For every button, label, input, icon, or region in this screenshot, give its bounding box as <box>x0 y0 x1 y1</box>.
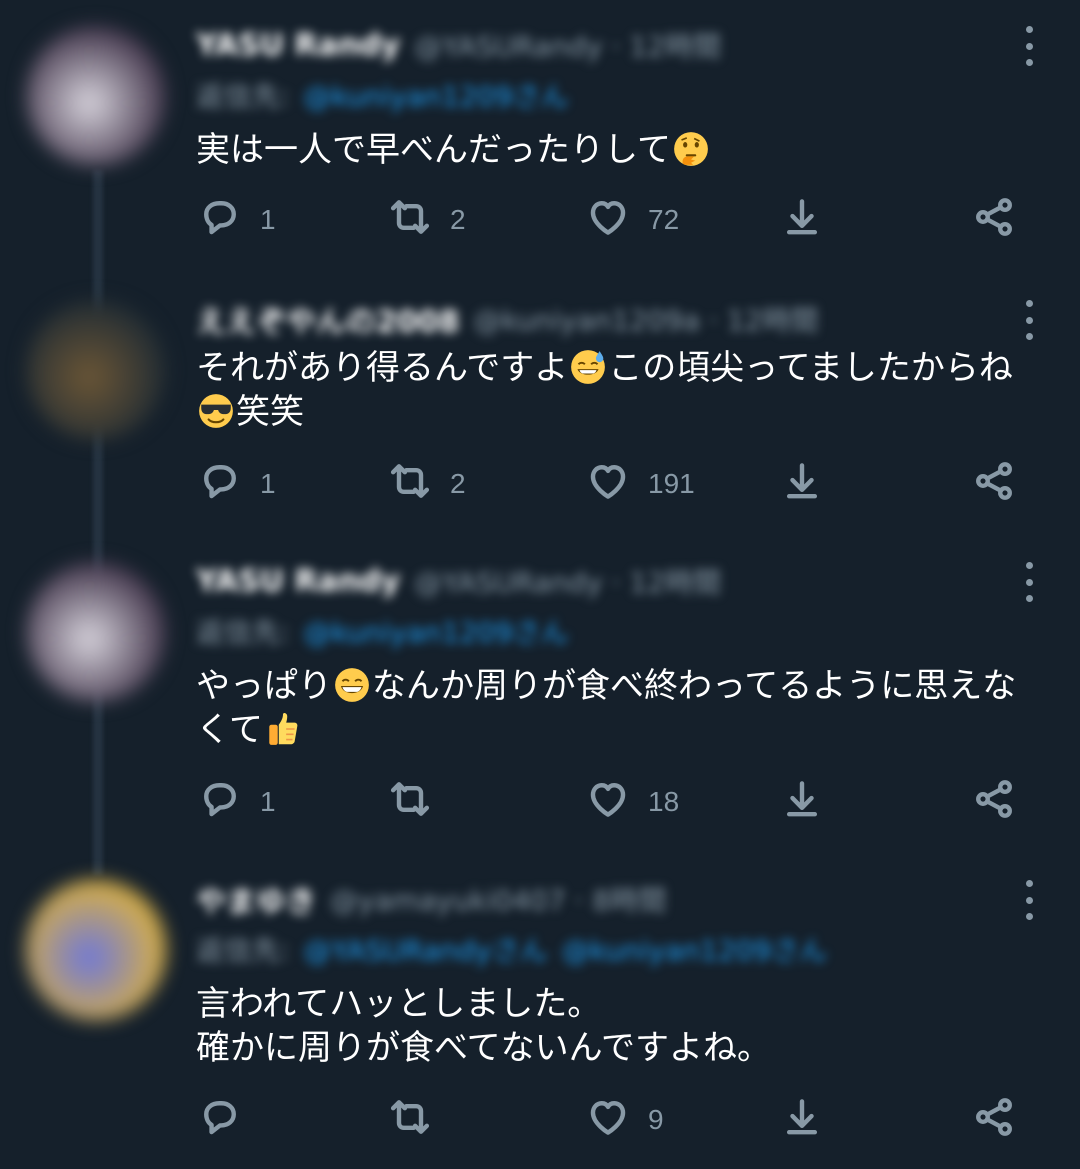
replying-to: 返信先: @kuniyan1209さん <box>196 612 569 650</box>
download-icon <box>780 777 824 828</box>
retweet-button[interactable] <box>388 778 450 826</box>
reply-icon <box>198 459 242 510</box>
retweet-count: 2 <box>450 204 466 235</box>
share-button[interactable] <box>972 196 1016 244</box>
tweet-actions: 9 <box>0 1096 1080 1144</box>
reply-count: 1 <box>260 468 276 499</box>
share-icon <box>972 777 1016 828</box>
emoji-icon <box>332 666 372 706</box>
reply-button[interactable]: 1 <box>198 460 276 508</box>
like-button[interactable]: 9 <box>586 1096 664 1144</box>
like-count: 191 <box>648 468 695 499</box>
mention-link[interactable]: @YASURandyさん <box>303 929 547 969</box>
handle-and-time: @YASURandy · 12時間 <box>414 566 721 599</box>
thread-line <box>93 170 103 875</box>
like-button[interactable]: 72 <box>586 196 679 244</box>
like-button[interactable]: 191 <box>586 460 695 508</box>
tweet-text-segment: 実は一人で早べんだったりして <box>196 130 671 170</box>
tweet-text-segment: 笑笑 <box>236 392 304 432</box>
download-button[interactable] <box>780 1096 824 1144</box>
tweet-text: やっぱり なんか周りが食べ終わってるように思えな くて <box>196 664 1036 752</box>
more-options-icon[interactable] <box>1018 880 1040 920</box>
tweet-text-segment: それがあり得るんですよ <box>196 348 569 388</box>
emoji-icon <box>671 130 711 170</box>
share-icon <box>972 1095 1016 1146</box>
retweet-button[interactable]: 2 <box>388 196 466 244</box>
share-button[interactable] <box>972 460 1016 508</box>
avatar[interactable] <box>26 26 166 166</box>
download-icon <box>780 459 824 510</box>
reply-icon <box>198 777 242 828</box>
handle-and-time: @kuniyan1209a · 12時間 <box>473 304 819 337</box>
tweet-actions: 1 2 72 <box>0 196 1080 244</box>
reply-button[interactable]: 1 <box>198 778 276 826</box>
emoji-icon <box>568 348 608 388</box>
emoji-icon <box>196 392 236 432</box>
retweet-icon <box>388 1095 432 1146</box>
avatar[interactable] <box>26 300 166 440</box>
mention-link[interactable]: @kuniyan1209さん <box>303 75 568 115</box>
like-count: 72 <box>648 204 680 235</box>
replying-to-label: 返信先: <box>196 616 290 649</box>
reply-button[interactable] <box>198 1096 260 1144</box>
replying-to-label: 返信先: <box>196 80 290 113</box>
avatar[interactable] <box>26 562 166 702</box>
reply-icon <box>198 195 242 246</box>
download-icon <box>780 195 824 246</box>
display-name[interactable]: やまゆき <box>196 877 316 921</box>
tweet-text: 言われてハッとしました。 確かに周りが食べてないんですよね。 <box>196 982 1036 1070</box>
handle-and-time: @YASURandy · 12時間 <box>414 30 721 63</box>
mention-link[interactable]: @kuniyan1209さん <box>562 929 827 969</box>
tweet-text-segment: やっぱり <box>196 666 332 706</box>
retweet-icon <box>388 459 432 510</box>
download-button[interactable] <box>780 460 824 508</box>
share-icon <box>972 459 1016 510</box>
reply-count: 1 <box>260 786 276 817</box>
tweet-header: ええぞやんの2008 @kuniyan1209a · 12時間 <box>196 297 819 341</box>
like-button[interactable]: 18 <box>586 778 679 826</box>
share-button[interactable] <box>972 778 1016 826</box>
like-count: 9 <box>648 1104 664 1135</box>
share-button[interactable] <box>972 1096 1016 1144</box>
display-name[interactable]: ええぞやんの2008 <box>196 297 460 341</box>
replying-to-label: 返信先: <box>196 934 290 967</box>
tweet-actions: 1 18 <box>0 778 1080 826</box>
reply-button[interactable]: 1 <box>198 196 276 244</box>
like-icon <box>586 777 630 828</box>
tweet-text: それがあり得るんですよ この頃尖ってましたからね 笑笑 <box>196 346 1036 434</box>
tweet-header: やまゆき @yamayuki0407 · 8時間 <box>196 877 667 921</box>
mention-link[interactable]: @kuniyan1209さん <box>303 611 568 651</box>
reply-icon <box>198 1095 242 1146</box>
download-button[interactable] <box>780 196 824 244</box>
tweet-header: YASU Randy @YASURandy · 12時間 <box>196 562 721 600</box>
retweet-icon <box>388 777 432 828</box>
display-name[interactable]: YASU Randy <box>196 564 400 599</box>
emoji-icon <box>263 710 303 750</box>
replying-to: 返信先: @kuniyan1209さん <box>196 76 569 114</box>
tweet-text-segment: この頃尖ってましたからね <box>608 348 1013 388</box>
handle-and-time: @yamayuki0407 · 8時間 <box>330 884 667 917</box>
tweet-text-segment: 言われてハッとしました。 確かに周りが食べてないんですよね。 <box>196 984 771 1068</box>
retweet-button[interactable]: 2 <box>388 460 466 508</box>
replying-to: 返信先: @YASURandyさん @kuniyan1209さん <box>196 930 827 968</box>
like-icon <box>586 195 630 246</box>
like-icon <box>586 1095 630 1146</box>
tweet-actions: 1 2 191 <box>0 460 1080 508</box>
tweet-text: 実は一人で早べんだったりして <box>196 128 1036 172</box>
like-count: 18 <box>648 786 680 817</box>
display-name[interactable]: YASU Randy <box>196 28 400 63</box>
download-button[interactable] <box>780 778 824 826</box>
tweet-header: YASU Randy @YASURandy · 12時間 <box>196 26 721 64</box>
retweet-icon <box>388 195 432 246</box>
more-options-icon[interactable] <box>1018 300 1040 340</box>
share-icon <box>972 195 1016 246</box>
more-options-icon[interactable] <box>1018 26 1040 66</box>
like-icon <box>586 459 630 510</box>
more-options-icon[interactable] <box>1018 562 1040 602</box>
reply-count: 1 <box>260 204 276 235</box>
retweet-count: 2 <box>450 468 466 499</box>
avatar[interactable] <box>26 880 166 1020</box>
download-icon <box>780 1095 824 1146</box>
retweet-button[interactable] <box>388 1096 450 1144</box>
